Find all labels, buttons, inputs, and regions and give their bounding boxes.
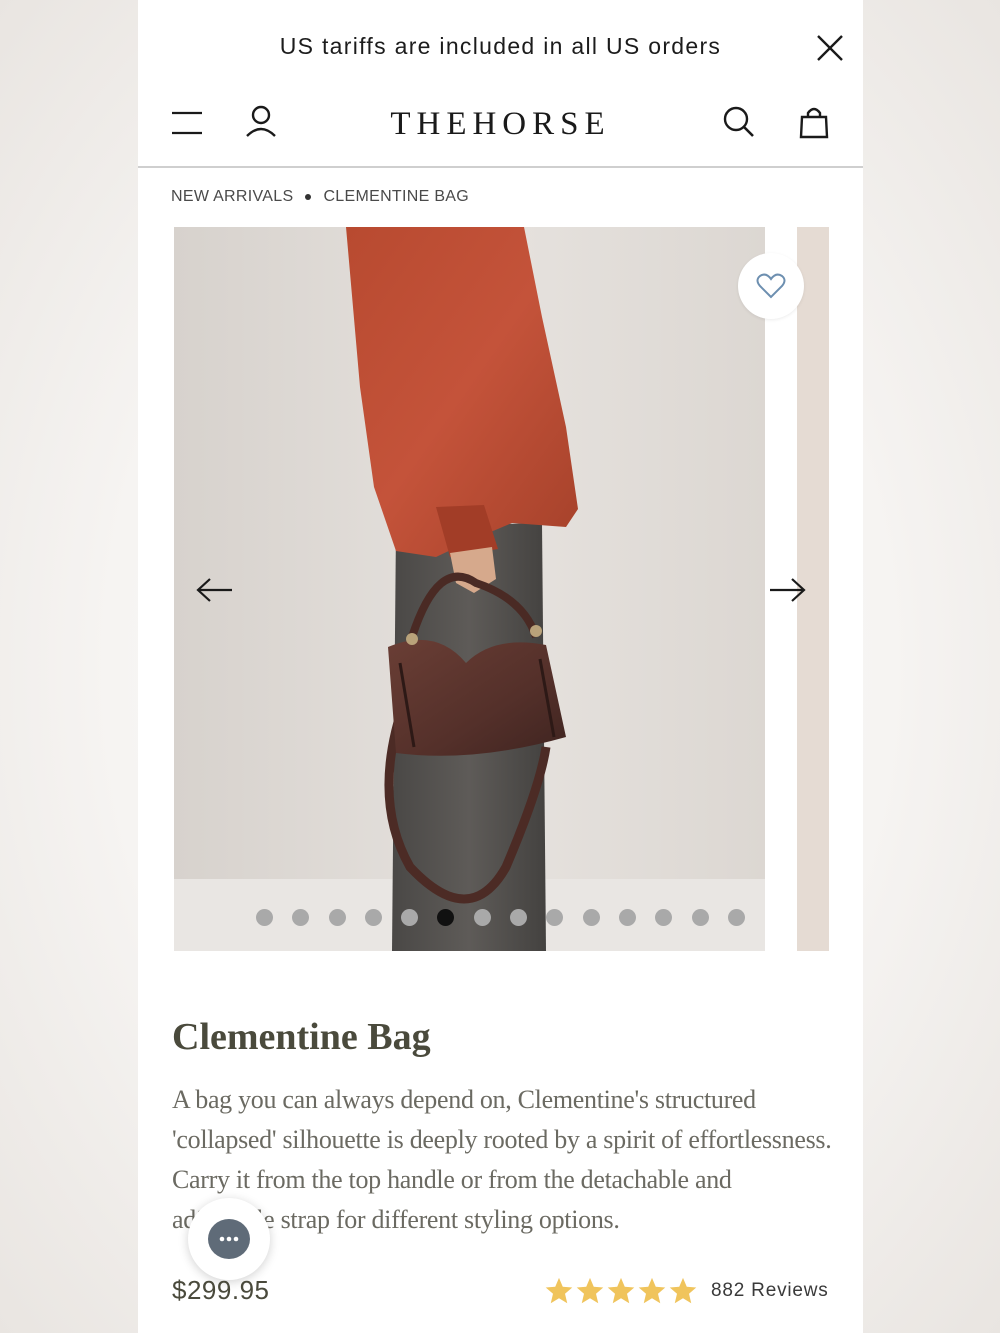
carousel-dot[interactable] <box>691 909 709 926</box>
carousel-dot[interactable] <box>364 909 382 926</box>
carousel-dot[interactable] <box>546 909 564 926</box>
breadcrumb-link-new-arrivals[interactable]: NEW ARRIVALS <box>171 188 293 206</box>
star-icon <box>669 1277 697 1304</box>
product-photo <box>174 227 765 951</box>
product-description: A bag you can always depend on, Clementi… <box>172 1085 832 1234</box>
chat-button[interactable] <box>188 1198 270 1280</box>
search-icon[interactable] <box>722 104 756 140</box>
site-header: THEHORSE <box>138 96 863 168</box>
arrow-right-icon[interactable] <box>768 575 808 605</box>
breadcrumb-current: CLEMENTINE BAG <box>323 188 470 205</box>
announcement-bar: US tariffs are included in all US orders <box>138 0 863 96</box>
breadcrumb: NEW ARRIVALS CLEMENTINE BAG <box>171 188 469 206</box>
star-icon <box>638 1277 666 1304</box>
close-icon[interactable] <box>814 32 846 64</box>
carousel-dot[interactable] <box>328 909 346 926</box>
star-icon <box>607 1277 635 1304</box>
carousel-dot[interactable] <box>473 909 491 926</box>
shopping-bag-icon[interactable] <box>798 104 830 140</box>
product-image-carousel[interactable] <box>174 227 765 951</box>
arrow-left-icon[interactable] <box>194 575 234 605</box>
carousel-dot[interactable] <box>256 909 273 926</box>
carousel-dot[interactable] <box>618 909 636 926</box>
carousel-dot[interactable] <box>582 909 600 926</box>
carousel-dot[interactable] <box>655 909 673 926</box>
announcement-text: US tariffs are included in all US orders <box>279 33 722 59</box>
carousel-dot[interactable] <box>437 909 455 926</box>
product-title: Clementine Bag <box>172 1016 431 1058</box>
wishlist-button[interactable] <box>738 253 804 319</box>
carousel-dot[interactable] <box>401 909 419 926</box>
heart-icon <box>756 273 786 299</box>
product-rating[interactable]: 882 Reviews <box>544 1276 829 1306</box>
mobile-page: US tariffs are included in all US orders… <box>138 0 863 1333</box>
product-price: $299.95 <box>172 1275 270 1305</box>
breadcrumb-separator <box>305 194 312 200</box>
carousel-dot[interactable] <box>292 909 310 926</box>
chat-icon <box>219 1236 239 1242</box>
carousel-pagination <box>256 909 764 927</box>
rating-stars <box>544 1276 699 1306</box>
carousel-dot[interactable] <box>727 909 745 926</box>
reviews-link[interactable]: 882 Reviews <box>711 1280 829 1302</box>
star-icon <box>576 1277 604 1304</box>
carousel-dot[interactable] <box>510 909 528 926</box>
star-icon <box>545 1277 573 1304</box>
